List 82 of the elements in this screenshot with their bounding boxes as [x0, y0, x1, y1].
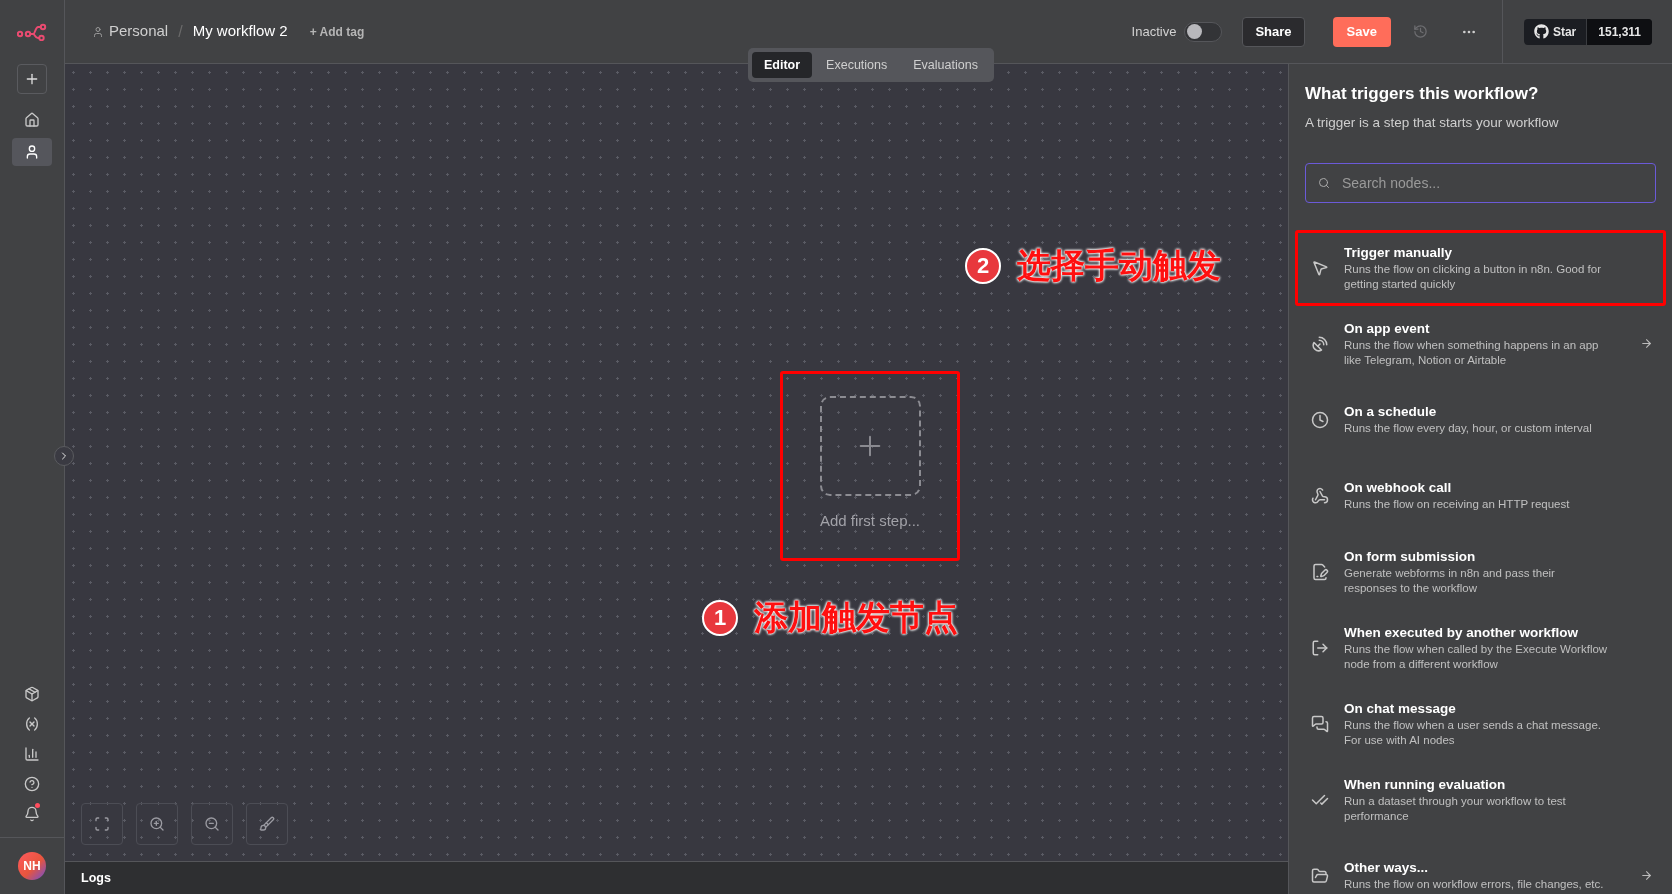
trigger-option[interactable]: On a schedule Runs the flow every day, hour, or custom interval [1295, 381, 1666, 458]
brush-icon [259, 816, 275, 832]
option-title: Trigger manually [1344, 243, 1454, 261]
zoom-in-button[interactable] [136, 803, 178, 845]
annotation-text: 选择手动触发 [1017, 245, 1221, 286]
user-icon [92, 25, 104, 38]
trigger-option[interactable]: On app event Runs the flow when something happens in an app like Telegram, Notion or Airtable [1295, 305, 1666, 382]
option-title: When running evaluation [1344, 775, 1507, 793]
form-edit-icon [1311, 562, 1329, 581]
step-number: 2 [965, 247, 1001, 284]
github-star-button[interactable]: Star 151,311 [1523, 18, 1652, 45]
view-tab[interactable]: Executions [814, 52, 900, 78]
option-title: On app event [1344, 319, 1431, 337]
user-avatar[interactable]: NH [18, 852, 46, 880]
option-description: Runs the flow when something happens in an app like Telegram, Notion or Airtable [1344, 337, 1600, 368]
workflow-name[interactable]: My workflow 2 [192, 20, 288, 43]
option-description: Generate webforms in n8n and pass their responses to the workflow [1344, 565, 1556, 596]
option-title: Other ways... [1344, 859, 1430, 877]
share-button[interactable]: Share [1242, 16, 1305, 47]
option-title: On webhook call [1344, 479, 1453, 497]
chat-icon [1311, 714, 1329, 733]
option-description: Runs the flow when a user sends a chat message. For use with AI nodes [1344, 717, 1602, 748]
trigger-option[interactable]: On chat message Runs the flow when a user sends a chat message. For use with AI nodes [1295, 685, 1666, 762]
clock-icon [1311, 410, 1329, 429]
add-step-button[interactable] [819, 396, 921, 496]
option-title: On chat message [1344, 699, 1457, 717]
box-icon [24, 686, 40, 702]
option-description: Runs the flow when called by the Execute Workflow node from a different workflow [1344, 641, 1609, 672]
trigger-option[interactable]: When running evaluation Run a dataset through your workflow to test performance [1295, 761, 1666, 838]
annotation-text: 添加触发节点 [754, 597, 958, 638]
expand-sidebar-button[interactable] [54, 446, 74, 466]
variable-icon [24, 716, 40, 732]
help-icon [24, 776, 40, 792]
panel-subtitle: A trigger is a step that starts your workflow [1305, 113, 1560, 132]
bar-chart-icon [24, 746, 40, 762]
fit-view-icon [94, 816, 110, 832]
add-tag-button[interactable]: + Add tag [309, 22, 365, 41]
option-title: On form submission [1344, 547, 1477, 565]
option-description: Run a dataset through your workflow to test performance [1344, 793, 1567, 824]
tidy-up-button[interactable] [246, 803, 288, 845]
user-icon [24, 144, 40, 160]
panel-title: What triggers this workflow? [1305, 83, 1540, 105]
option-description: Runs the flow on clicking a button in n8n. Good for getting started quickly [1344, 261, 1602, 292]
search-field[interactable]: Search nodes... [1305, 162, 1656, 203]
logs-bar[interactable]: Logs [65, 861, 1288, 894]
option-title: When executed by another workflow [1344, 623, 1580, 641]
add-button[interactable] [17, 64, 47, 94]
project-link[interactable]: Personal [109, 20, 169, 43]
trigger-option[interactable]: When executed by another workflow Runs the flow when called by the Execute Workflow node from a different workflow [1295, 609, 1666, 686]
view-tab[interactable]: Evaluations [901, 52, 990, 78]
option-title: On a schedule [1344, 403, 1438, 421]
option-description: Runs the flow on receiving an HTTP request [1344, 497, 1571, 513]
star-count: 151,311 [1587, 18, 1652, 45]
zoom-out-icon [204, 816, 220, 832]
breadcrumb-separator: / [178, 21, 183, 42]
search-icon [1318, 176, 1330, 189]
trigger-option[interactable]: Trigger manually Runs the flow on clicking a button in n8n. Good for getting started quickly [1295, 229, 1666, 306]
home-icon [24, 112, 40, 128]
pointer-icon [1311, 258, 1329, 277]
zoom-out-button[interactable] [191, 803, 233, 845]
logs-label: Logs [81, 869, 111, 887]
folder-icon [1311, 866, 1329, 885]
sidebar-item[interactable] [12, 138, 52, 166]
github-icon [1533, 24, 1549, 39]
view-tab[interactable]: Editor [752, 52, 813, 78]
trigger-option[interactable]: Other ways... Runs the flow on workflow errors, file changes, etc. [1295, 837, 1666, 894]
webhook-icon [1311, 486, 1329, 505]
zoom-in-icon [149, 816, 165, 832]
plus-icon [24, 71, 40, 87]
active-toggle[interactable] [1184, 21, 1223, 42]
trigger-option[interactable]: On form submission Generate webforms in n8n and pass their responses to the workflow [1295, 533, 1666, 610]
star-label: Star [1552, 23, 1577, 41]
option-description: Runs the flow on workflow errors, file changes, etc. [1344, 877, 1605, 893]
trigger-option[interactable]: On webhook call Runs the flow on receiving an HTTP request [1295, 457, 1666, 534]
bell-icon [24, 806, 40, 822]
fit-view-button[interactable] [81, 803, 123, 845]
step-number: 1 [702, 599, 738, 636]
option-description: Runs the flow every day, hour, or custom interval [1344, 421, 1593, 437]
logo-icon [17, 23, 47, 41]
satellite-dish-icon [1311, 334, 1329, 353]
add-step-label: Add first step... [819, 511, 920, 531]
status-label: Inactive [1131, 22, 1177, 41]
